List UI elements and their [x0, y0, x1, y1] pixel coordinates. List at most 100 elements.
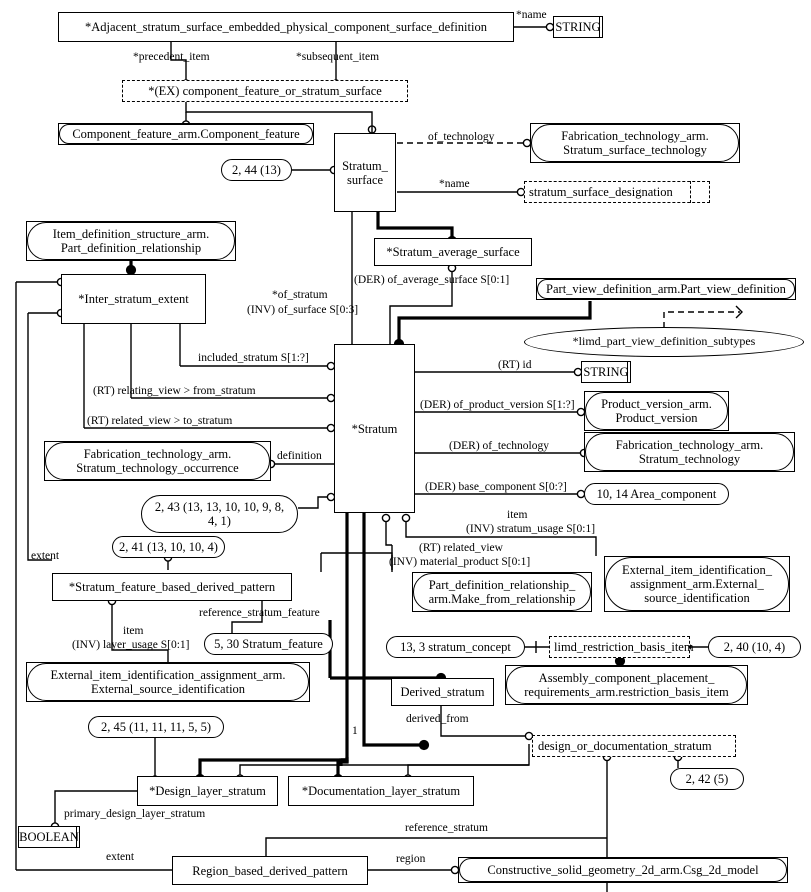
entity-region-based-derived-pattern[interactable]: Region_based_derived_pattern — [172, 856, 368, 885]
entity-documentation-layer-stratum[interactable]: *Documentation_layer_stratum — [288, 776, 474, 806]
edge-label-extent-bottom: extent — [106, 851, 135, 863]
node-label: External_item_identification_assignment_… — [50, 668, 286, 696]
edge-label-inv-stratum-usage: (INV) stratum_usage S[0:1] — [466, 523, 596, 535]
entity-inter-stratum-extent[interactable]: *Inter_stratum_extent — [61, 274, 206, 324]
page-ref-2-41[interactable]: 2, 41 (13, 10, 10, 4) — [112, 536, 225, 558]
page-ref-2-43[interactable]: 2, 43 (13, 13, 10, 10, 9, 8, 4, 1) — [141, 495, 298, 533]
page-ref-area-component[interactable]: 10, 14 Area_component — [584, 483, 729, 505]
schema-ref-item-definition-structure[interactable]: Item_definition_structure_arm. Part_defi… — [26, 221, 236, 261]
node-label: 2, 44 (13) — [232, 163, 281, 177]
entity-adjacent-stratum-surface-definition[interactable]: *Adjacent_stratum_surface_embedded_physi… — [58, 12, 514, 42]
string-top-type-bar — [599, 16, 600, 38]
page-ref-2-40[interactable]: 2, 40 (10, 4) — [708, 636, 801, 658]
select-limd-restriction-basis-item[interactable]: limd_restriction_basis_item — [549, 636, 694, 658]
schema-ref-external-source-identification-left[interactable]: External_item_identification_assignment_… — [26, 662, 310, 702]
edge-label-precedent-item: *precedent_item — [133, 51, 210, 63]
edge-label-der-of-average-surface: (DER) of_average_surface S[0:1] — [354, 274, 510, 286]
node-label: *Stratum_feature_based_derived_pattern — [68, 580, 276, 594]
node-label: *limd_part_view_definition_subtypes — [572, 334, 756, 349]
entity-derived-stratum[interactable]: Derived_stratum — [391, 678, 494, 706]
node-label: Fabrication_technology_arm. Stratum_tech… — [615, 438, 764, 466]
entity-design-layer-stratum[interactable]: *Design_layer_stratum — [137, 776, 278, 806]
boolean-type-bar — [76, 826, 77, 848]
entity-stratum-surface[interactable]: Stratum_ surface — [334, 133, 396, 212]
node-label: 5, 30 Stratum_feature — [214, 637, 323, 651]
edge-label-rt-related-view: (RT) related_view — [419, 542, 503, 554]
edge-label-der-of-technology: (DER) of_technology — [449, 440, 549, 452]
node-label: stratum_surface_designation — [529, 185, 673, 199]
schema-ref-csg-2d-model[interactable]: Constructive_solid_geometry_2d_arm.Csg_2… — [458, 857, 788, 883]
select-component-feature-or-stratum-surface[interactable]: *(EX) component_feature_or_stratum_surfa… — [122, 80, 408, 102]
edge-label-primary-design-layer-stratum: primary_design_layer_stratum — [64, 808, 206, 820]
node-label: Derived_stratum — [400, 685, 485, 699]
edge-label-item-layer-usage: item — [123, 625, 144, 637]
node-label: BOOLEAN — [19, 830, 79, 844]
edge-label-reference-stratum: reference_stratum — [405, 822, 489, 834]
edge-label-inv-of-surface: (INV) of_surface S[0:3] — [247, 304, 359, 316]
edge-label-rt-relating-view: (RT) relating_view > from_stratum — [93, 385, 256, 397]
schema-ref-assembly-restriction-basis-item[interactable]: Assembly_component_placement_ requiremen… — [505, 665, 748, 705]
schema-ref-part-view-definition[interactable]: Part_view_definition_arm.Part_view_defin… — [536, 278, 796, 300]
entity-stratum[interactable]: *Stratum — [334, 344, 415, 513]
node-label: *(EX) component_feature_or_stratum_surfa… — [148, 84, 382, 98]
edge-label-rt-related-view-to: (RT) related_view > to_stratum — [87, 415, 233, 427]
schema-ref-fabrication-stratum-surface-technology[interactable]: Fabrication_technology_arm. Stratum_surf… — [530, 123, 740, 163]
edge-label-derived-from: derived_from — [406, 713, 469, 725]
node-label: Part_view_definition_arm.Part_view_defin… — [546, 282, 786, 296]
node-label: External_item_identification_ assignment… — [622, 563, 772, 605]
select-design-or-documentation-stratum[interactable]: design_or_documentation_stratum — [532, 735, 736, 757]
edge-label-der-base-component: (DER) base_component S[0:?] — [425, 481, 567, 493]
node-label: Region_based_derived_pattern — [192, 863, 348, 878]
node-label: Product_version_arm. Product_version — [601, 397, 712, 425]
node-label: 13, 3 stratum_concept — [400, 640, 511, 654]
node-label: 2, 41 (13, 10, 10, 4) — [119, 540, 218, 554]
node-label: Constructive_solid_geometry_2d_arm.Csg_2… — [487, 863, 759, 877]
node-label: Stratum_ surface — [342, 158, 388, 187]
node-label: Fabrication_technology_arm. Stratum_tech… — [76, 447, 239, 475]
edge-label-name-surface: *name — [439, 178, 470, 190]
schema-ref-make-from-relationship[interactable]: Part_definition_relationship_ arm.Make_f… — [412, 572, 592, 612]
node-label: *Stratum — [351, 421, 398, 436]
node-label: 2, 42 (5) — [685, 772, 729, 786]
entity-stratum-feature-based-derived-pattern[interactable]: *Stratum_feature_based_derived_pattern — [52, 573, 292, 601]
node-label: 10, 14 Area_component — [596, 487, 717, 501]
node-label: Assembly_component_placement_ requiremen… — [524, 671, 729, 699]
edge-label-rt-id: (RT) id — [498, 359, 532, 371]
schema-ref-fabrication-stratum-technology[interactable]: Fabrication_technology_arm. Stratum_tech… — [584, 432, 795, 472]
node-label: STRING — [555, 20, 601, 34]
node-label: 2, 43 (13, 13, 10, 10, 9, 8, 4, 1) — [154, 500, 285, 528]
edge-label-name-top: *name — [516, 9, 547, 21]
edge-label-of-stratum: *of_stratum — [272, 289, 328, 301]
edge-label-der-of-product-version: (DER) of_product_version S[1:?] — [420, 399, 575, 411]
node-label: Fabrication_technology_arm. Stratum_surf… — [561, 129, 709, 157]
node-label: 2, 45 (11, 11, 11, 5, 5) — [100, 720, 212, 734]
page-ref-stratum-feature[interactable]: 5, 30 Stratum_feature — [204, 633, 333, 655]
node-label: 2, 40 (10, 4) — [723, 640, 786, 654]
node-label: Component_feature_arm.Component_feature — [72, 127, 300, 141]
page-ref-stratum-concept[interactable]: 13, 3 stratum_concept — [386, 636, 525, 658]
express-g-diagram: .ln{stroke:#000;stroke-width:1.4;fill:no… — [0, 0, 811, 892]
node-label: *Design_layer_stratum — [149, 784, 266, 798]
schema-ref-component-feature[interactable]: Component_feature_arm.Component_feature — [58, 123, 314, 145]
page-ref-2-44-13[interactable]: 2, 44 (13) — [221, 159, 292, 181]
node-label: *Inter_stratum_extent — [78, 292, 189, 306]
defined-type-stratum-surface-designation[interactable]: stratum_surface_designation — [524, 181, 710, 203]
page-ref-2-45[interactable]: 2, 45 (11, 11, 11, 5, 5) — [88, 716, 224, 738]
edge-label-definition: definition — [277, 450, 322, 462]
node-label: limd_restriction_basis_item — [554, 640, 694, 654]
page-ref-2-42[interactable]: 2, 42 (5) — [670, 768, 744, 790]
schema-ref-fabrication-stratum-technology-occurrence[interactable]: Fabrication_technology_arm. Stratum_tech… — [44, 441, 271, 481]
edge-label-inv-layer-usage: (INV) layer_usage S[0:1] — [72, 639, 190, 651]
simple-type-string-id[interactable]: STRING — [581, 361, 631, 383]
edge-label-item-stratum-usage: item — [507, 509, 528, 521]
edge-label-region: region — [396, 853, 426, 865]
simple-type-string-top[interactable]: STRING — [553, 16, 603, 38]
schema-ref-product-version[interactable]: Product_version_arm. Product_version — [584, 391, 729, 431]
subtype-set-limd-part-view-definition-subtypes[interactable]: *limd_part_view_definition_subtypes — [524, 327, 804, 357]
schema-ref-external-source-identification-right[interactable]: External_item_identification_ assignment… — [604, 556, 790, 612]
simple-type-boolean[interactable]: BOOLEAN — [18, 826, 80, 848]
edge-label-included-stratum: included_stratum S[1:?] — [198, 352, 309, 364]
node-label: design_or_documentation_stratum — [538, 739, 712, 753]
edge-label-reference-stratum-feature: reference_stratum_feature — [199, 607, 320, 619]
entity-stratum-average-surface[interactable]: *Stratum_average_surface — [374, 238, 532, 266]
